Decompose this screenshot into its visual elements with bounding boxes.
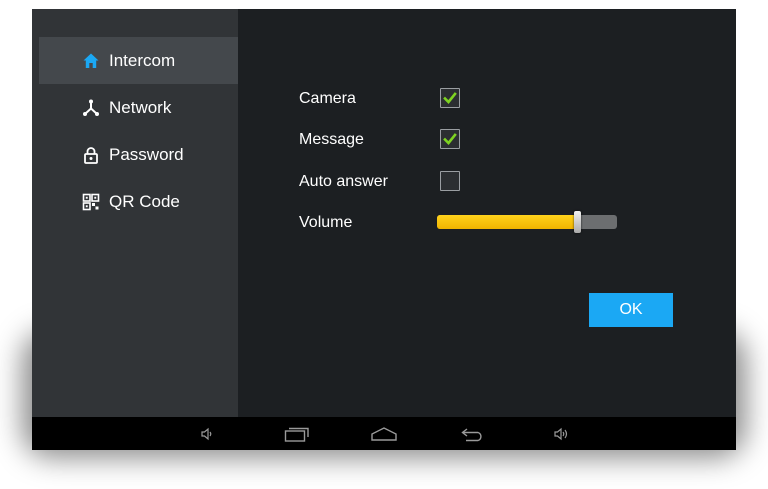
- check-icon: [443, 92, 457, 104]
- check-icon: [443, 133, 457, 145]
- ok-button[interactable]: OK: [589, 293, 673, 327]
- volume-label: Volume: [299, 214, 353, 231]
- message-checkbox[interactable]: [440, 129, 460, 149]
- qr-code-icon: [82, 193, 100, 211]
- volume-slider-thumb[interactable]: [574, 211, 582, 233]
- sidebar: Intercom Network Password QR Code: [32, 9, 238, 417]
- lock-icon: [82, 146, 100, 164]
- volume-slider-fill: [437, 215, 578, 229]
- sidebar-item-label: Intercom: [109, 50, 176, 70]
- volume-down-icon[interactable]: [187, 422, 227, 446]
- sidebar-item-intercom[interactable]: Intercom: [39, 37, 238, 84]
- sidebar-item-label: Network: [109, 97, 172, 117]
- sidebar-item-network[interactable]: Network: [39, 84, 238, 131]
- sidebar-item-label: Password: [109, 144, 184, 164]
- sidebar-item-qr-code[interactable]: QR Code: [39, 178, 238, 225]
- volume-up-icon[interactable]: [541, 422, 581, 446]
- camera-checkbox[interactable]: [440, 88, 460, 108]
- camera-label: Camera: [299, 90, 356, 107]
- system-navigation-bar: [32, 417, 736, 450]
- sidebar-item-password[interactable]: Password: [39, 131, 238, 178]
- network-icon: [82, 99, 100, 117]
- volume-slider[interactable]: [437, 211, 617, 233]
- device-screen: Intercom Network Password QR Code Camera…: [32, 9, 736, 450]
- home-icon: [82, 52, 100, 70]
- recent-apps-icon[interactable]: [277, 422, 317, 446]
- auto-answer-label: Auto answer: [299, 173, 388, 190]
- home-icon[interactable]: [364, 422, 404, 446]
- message-label: Message: [299, 131, 364, 148]
- sidebar-item-label: QR Code: [109, 191, 180, 211]
- back-icon[interactable]: [453, 422, 493, 446]
- auto-answer-checkbox[interactable]: [440, 171, 460, 191]
- settings-panel: Camera Message Auto answer Volume OK: [238, 9, 736, 417]
